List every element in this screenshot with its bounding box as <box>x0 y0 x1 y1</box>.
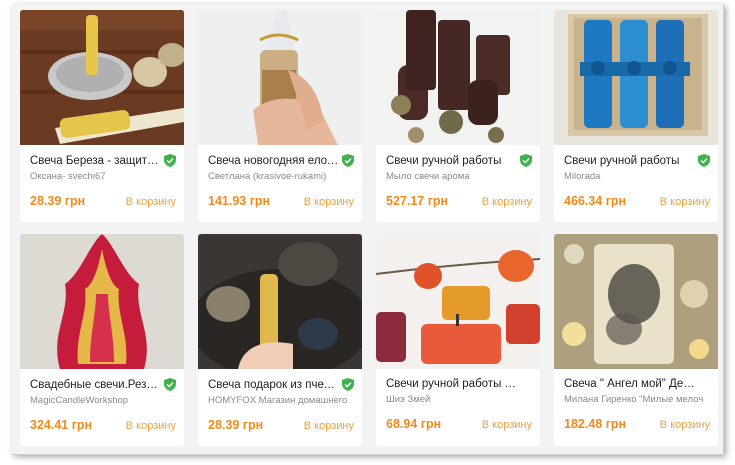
product-title[interactable]: Свеча новогодняя елоч... <box>208 155 340 167</box>
product-card[interactable]: Свеча подарок из пчели... HOMYFOX Магази… <box>198 234 362 446</box>
product-title[interactable]: Свечи ручной работы <box>386 155 501 167</box>
add-to-cart-button[interactable]: В корзину <box>660 196 710 208</box>
product-price: 324.41 грн <box>30 418 93 432</box>
shield-check-icon <box>342 154 354 167</box>
shield-check-icon <box>342 378 354 391</box>
product-image[interactable] <box>198 10 362 145</box>
product-title[interactable]: Свеча Береза - защита, ... <box>30 155 162 167</box>
seller-name[interactable]: Milorada <box>564 171 704 182</box>
product-title[interactable]: Свеча " Ангел мой" Декупа... <box>564 378 696 390</box>
seller-name[interactable]: Шиэ Змей <box>386 394 526 405</box>
add-to-cart-button[interactable]: В корзину <box>304 420 354 432</box>
product-price: 28.39 грн <box>208 418 264 432</box>
shield-check-icon <box>520 154 532 167</box>
product-title[interactable]: Свечи ручной работы в гил... <box>386 378 518 390</box>
product-price: 68.94 грн <box>386 417 442 431</box>
product-image[interactable] <box>20 10 184 145</box>
product-price: 182.48 грн <box>564 417 627 431</box>
product-card[interactable]: Свеча новогодняя елоч... Светлана (krasi… <box>198 10 362 222</box>
seller-name[interactable]: Светлана (krasivoe-rukami) <box>208 171 348 182</box>
seller-name[interactable]: Мыло свечи арома <box>386 171 526 182</box>
product-price: 466.34 грн <box>564 194 627 208</box>
product-image[interactable] <box>554 234 718 369</box>
product-title[interactable]: Свеча подарок из пчели... <box>208 379 340 391</box>
product-price: 28.39 грн <box>30 194 86 208</box>
product-card[interactable]: Свечи ручной работы Milorada 466.34 грн … <box>554 10 718 222</box>
product-card[interactable]: Свадебные свечи.Резн... MagicCandleWorks… <box>20 234 184 446</box>
product-image[interactable] <box>20 234 184 369</box>
product-image[interactable] <box>554 10 718 145</box>
shield-check-icon <box>164 378 176 391</box>
product-price: 141.93 грн <box>208 194 271 208</box>
add-to-cart-button[interactable]: В корзину <box>482 196 532 208</box>
shield-check-icon <box>164 154 176 167</box>
add-to-cart-button[interactable]: В корзину <box>660 419 710 431</box>
seller-name[interactable]: Милана Гиренко "Милые мелочи" <box>564 394 704 405</box>
product-card[interactable]: Свеча Береза - защита, ... Оксана- svech… <box>20 10 184 222</box>
add-to-cart-button[interactable]: В корзину <box>482 419 532 431</box>
product-card[interactable]: Свечи ручной работы Мыло свечи арома 527… <box>376 10 540 222</box>
add-to-cart-button[interactable]: В корзину <box>126 196 176 208</box>
seller-name[interactable]: Оксана- svechi67 <box>30 171 170 182</box>
shield-check-icon <box>698 154 710 167</box>
product-grid: Свеча Береза - защита, ... Оксана- svech… <box>20 10 718 446</box>
add-to-cart-button[interactable]: В корзину <box>126 420 176 432</box>
product-grid-window: Свеча Береза - защита, ... Оксана- svech… <box>12 4 724 455</box>
product-title[interactable]: Свадебные свечи.Резн... <box>30 379 162 391</box>
seller-name[interactable]: HOMYFOX Магазин домашнего ... <box>208 395 348 406</box>
product-image[interactable] <box>198 234 362 369</box>
seller-name[interactable]: MagicCandleWorkshop <box>30 395 170 406</box>
product-image[interactable] <box>376 234 540 369</box>
add-to-cart-button[interactable]: В корзину <box>304 196 354 208</box>
product-image[interactable] <box>376 10 540 145</box>
product-card[interactable]: Свечи ручной работы в гил... Шиэ Змей 68… <box>376 234 540 446</box>
product-price: 527.17 грн <box>386 194 449 208</box>
product-card[interactable]: Свеча " Ангел мой" Декупа... Милана Гире… <box>554 234 718 446</box>
product-title[interactable]: Свечи ручной работы <box>564 155 679 167</box>
